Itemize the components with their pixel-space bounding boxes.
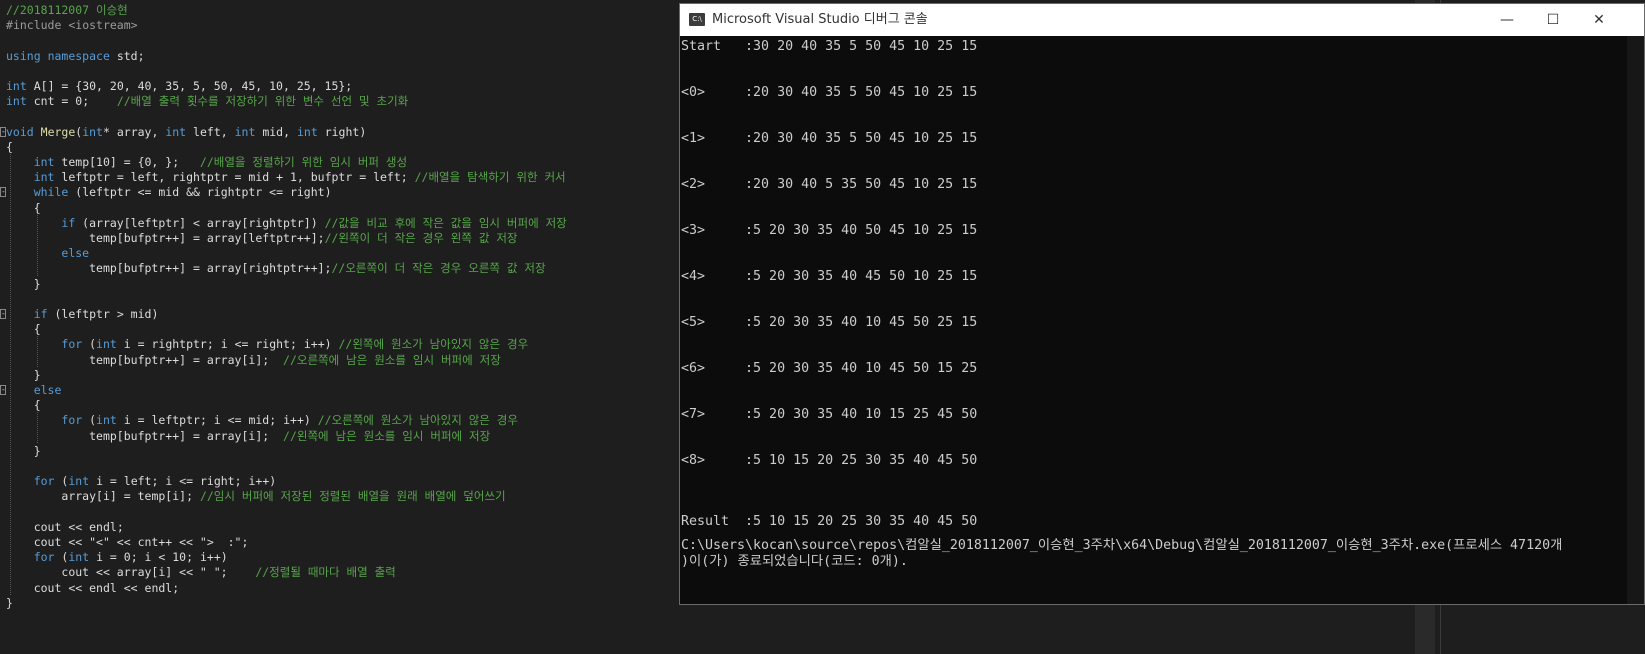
console-line: )이(가) 종료되었습니다(코드: 0개). xyxy=(681,554,908,569)
code-line: } xyxy=(6,595,13,610)
code-line: temp[bufptr++] = array[leftptr++];//왼쪽이 … xyxy=(89,231,518,245)
code-line: for (int i = leftptr; i <= mid; i++) //오… xyxy=(61,413,518,428)
code-line: if (leftptr > mid) xyxy=(33,307,159,321)
code-line: using namespace std; xyxy=(6,48,145,63)
code-line: else xyxy=(33,383,62,397)
code-line: int cnt = 0; //배열 출력 횟수를 저장하기 위한 변수 선언 및… xyxy=(6,94,409,109)
console-titlebar[interactable]: C:\ Microsoft Visual Studio 디버그 콘솔 — ☐ ✕ xyxy=(680,4,1644,36)
console-line: <0> :20 30 40 35 5 50 45 10 25 15 xyxy=(681,85,978,100)
console-line: <5> :5 20 30 35 40 10 45 50 25 15 xyxy=(681,315,978,330)
indent-guide xyxy=(37,412,38,443)
collapse-toggle-icon[interactable]: - xyxy=(0,385,6,395)
code-line: int leftptr = left, rightptr = mid + 1, … xyxy=(33,170,566,185)
console-output: Start :30 20 40 35 5 50 45 10 25 15 <0> :… xyxy=(680,36,1644,604)
indent-guide xyxy=(37,336,38,367)
code-line: for (int i = left; i <= right; i++) xyxy=(33,474,277,489)
code-line: temp[bufptr++] = array[i]; //오른쪽에 남은 원소를… xyxy=(89,352,501,367)
code-editor[interactable]: //2018112007 이승현 #include <iostream> using… xyxy=(0,0,650,654)
console-line: <8> :5 10 15 20 25 30 35 40 45 50 xyxy=(681,453,978,468)
code-line: while (leftptr <= mid && rightptr <= rig… xyxy=(33,185,332,200)
code-line: else xyxy=(61,246,90,261)
code-line: } xyxy=(6,276,41,291)
collapse-toggle-icon[interactable]: - xyxy=(0,309,6,319)
console-line: Start :30 20 40 35 5 50 45 10 25 15 xyxy=(681,39,978,54)
code-line: cout << endl << endl; xyxy=(33,580,180,595)
code-line: cout << endl; xyxy=(33,519,124,534)
console-line: <2> :20 30 40 5 35 50 45 10 25 15 xyxy=(681,177,978,192)
code-line: temp[bufptr++] = array[i]; //왼쪽에 남은 원소를 … xyxy=(89,428,491,443)
debug-console-window[interactable]: C:\ Microsoft Visual Studio 디버그 콘솔 — ☐ ✕… xyxy=(679,3,1645,605)
code-line: } xyxy=(6,367,41,382)
code-line: cout << "<" << cnt++ << "> :"; xyxy=(33,535,249,549)
minimize-button[interactable]: — xyxy=(1484,4,1530,36)
code-line: //2018112007 이승현 xyxy=(6,3,128,17)
code-line: } xyxy=(6,443,41,458)
console-line: Result :5 10 15 20 25 30 35 40 45 50 xyxy=(681,514,978,529)
console-line: <4> :5 20 30 35 40 45 50 10 25 15 xyxy=(681,269,978,284)
console-line: <7> :5 20 30 35 40 10 15 25 45 50 xyxy=(681,407,978,422)
code-line: int temp[10] = {0, }; //배열을 정렬하기 위한 임시 버… xyxy=(33,155,408,169)
code-line: { xyxy=(6,398,41,413)
code-line: temp[bufptr++] = array[rightptr++];//오른쪽… xyxy=(89,261,546,276)
console-line: <1> :20 30 40 35 5 50 45 10 25 15 xyxy=(681,131,978,146)
code-line: int A[] = {30, 20, 40, 35, 5, 50, 45, 10… xyxy=(6,79,353,93)
console-title: Microsoft Visual Studio 디버그 콘솔 xyxy=(712,12,928,27)
close-button[interactable]: ✕ xyxy=(1576,4,1622,36)
code-line: for (int i = 0; i < 10; i++) xyxy=(33,550,228,565)
maximize-button[interactable]: ☐ xyxy=(1530,4,1576,36)
code-line: if (array[leftptr] < array[rightptr]) //… xyxy=(61,215,567,230)
indent-guide xyxy=(10,154,11,595)
code-line: void Merge(int* array, int left, int mid… xyxy=(6,124,367,139)
code-line: { xyxy=(6,322,41,337)
code-line: for (int i = rightptr; i <= right; i++) … xyxy=(61,337,529,352)
code-line: { xyxy=(6,139,13,154)
indent-guide xyxy=(37,214,38,276)
console-line: <3> :5 20 30 35 40 50 45 10 25 15 xyxy=(681,223,978,238)
console-scrollbar[interactable] xyxy=(1627,36,1644,604)
collapse-toggle-icon[interactable]: - xyxy=(0,126,6,137)
code-line: array[i] = temp[i]; //임시 버퍼에 저장된 정렬된 배열을… xyxy=(61,489,506,504)
console-app-icon: C:\ xyxy=(689,13,705,26)
collapse-toggle-icon[interactable]: - xyxy=(0,187,6,198)
code-line: cout << array[i] << " "; //정렬될 때마다 배열 출력 xyxy=(61,565,396,580)
code-line: { xyxy=(6,200,41,215)
code-line: #include <iostream> xyxy=(6,18,138,33)
console-line: <6> :5 20 30 35 40 10 45 50 15 25 xyxy=(681,361,978,376)
